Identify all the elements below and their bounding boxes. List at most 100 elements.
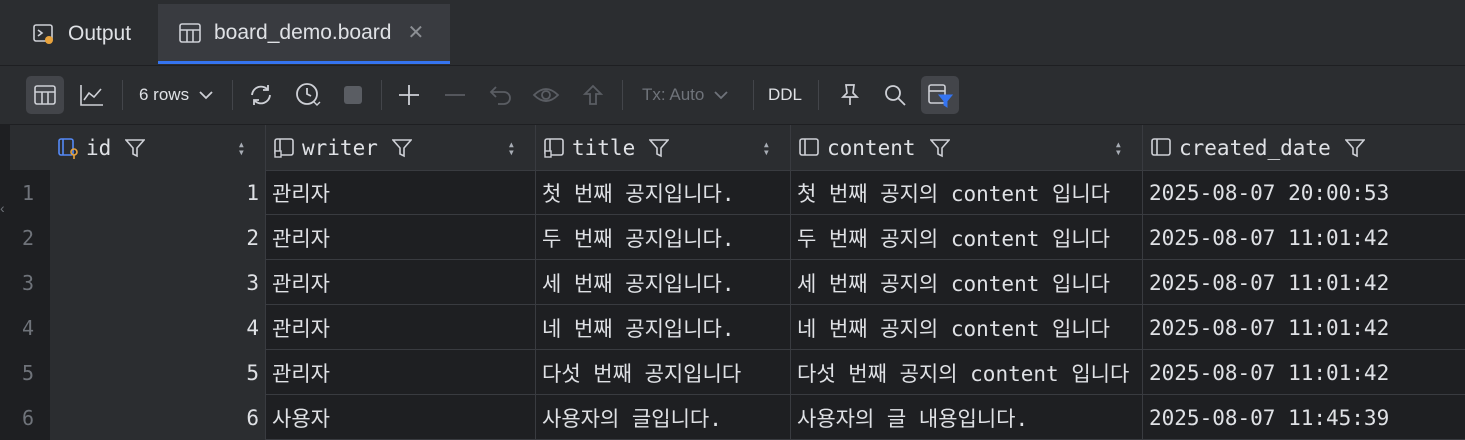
eye-icon <box>532 88 560 102</box>
cell-created-date[interactable]: 2025-08-07 11:01:42 <box>1143 305 1465 350</box>
cell-id[interactable]: 1 <box>50 170 266 215</box>
cell-created-date[interactable]: 2025-08-07 11:01:42 <box>1143 260 1465 305</box>
ddl-button[interactable]: DDL <box>768 76 802 114</box>
pin-tab-button[interactable] <box>831 76 869 114</box>
column-name: content <box>827 135 916 160</box>
cell-title[interactable]: 세 번째 공지입니다. <box>536 260 791 305</box>
grid-header: id ▴ ▾ writer ▴ ▾ title ▴ ▾ content ▴ ▾ … <box>10 125 1465 171</box>
cell-content[interactable]: 두 번째 공지의 content 입니다 <box>791 215 1143 260</box>
column-icon <box>544 137 566 159</box>
cell-id[interactable]: 2 <box>50 215 266 260</box>
cell-content[interactable]: 다섯 번째 공지의 content 입니다 <box>791 350 1143 395</box>
cell-content[interactable]: 세 번째 공지의 content 입니다 <box>791 260 1143 305</box>
table-row[interactable]: 1 1 관리자 첫 번째 공지입니다. 첫 번째 공지의 content 입니다… <box>10 170 1465 215</box>
column-header-title[interactable]: title ▴ ▾ <box>536 125 791 170</box>
table-row[interactable]: 3 3 관리자 세 번째 공지입니다. 세 번째 공지의 content 입니다… <box>10 260 1465 305</box>
cell-writer[interactable]: 관리자 <box>266 215 536 260</box>
stop-button[interactable] <box>334 76 372 114</box>
filter-icon[interactable] <box>125 138 146 158</box>
cell-title[interactable]: 두 번째 공지입니다. <box>536 215 791 260</box>
table-view-button[interactable] <box>26 76 64 114</box>
toolbar-separator <box>122 80 123 110</box>
table-row[interactable]: 6 6 사용자 사용자의 글입니다. 사용자의 글 내용입니다. 2025-08… <box>10 395 1465 440</box>
data-grid: id ▴ ▾ writer ▴ ▾ title ▴ ▾ content ▴ ▾ … <box>10 125 1465 440</box>
cell-writer[interactable]: 관리자 <box>266 305 536 350</box>
table-view-icon <box>34 85 56 105</box>
rows-selector[interactable]: 6 rows <box>139 76 213 114</box>
refresh-button[interactable] <box>242 76 280 114</box>
column-header-content[interactable]: content ▴ ▾ <box>791 125 1143 170</box>
cell-title[interactable]: 첫 번째 공지입니다. <box>536 170 791 215</box>
toolbar-separator <box>622 80 623 110</box>
filter-toggle-button[interactable] <box>921 76 959 114</box>
tab-output[interactable]: Output <box>22 4 158 64</box>
sort-icon[interactable]: ▴ ▾ <box>508 138 515 158</box>
cell-id[interactable]: 3 <box>50 260 266 305</box>
plus-icon <box>399 85 419 105</box>
chart-icon <box>80 85 103 106</box>
tx-label: Tx: Auto <box>642 85 705 104</box>
cell-title[interactable]: 사용자의 글입니다. <box>536 395 791 440</box>
filter-icon[interactable] <box>1344 138 1365 158</box>
cell-created-date[interactable]: 2025-08-07 20:00:53 <box>1143 170 1465 215</box>
cell-title[interactable]: 네 번째 공지입니다. <box>536 305 791 350</box>
chart-view-button[interactable] <box>73 76 111 114</box>
toolbar-separator <box>818 80 819 110</box>
close-icon[interactable]: ✕ <box>407 20 424 45</box>
history-button[interactable] <box>289 76 327 114</box>
output-icon <box>32 22 56 46</box>
row-number: 1 <box>10 170 50 215</box>
panel-resize-handle[interactable]: ‹ <box>0 200 8 240</box>
cell-title[interactable]: 다섯 번째 공지입니다 <box>536 350 791 395</box>
cell-content[interactable]: 첫 번째 공지의 content 입니다 <box>791 170 1143 215</box>
tab-board-demo-board[interactable]: board_demo.board ✕ <box>158 4 450 64</box>
column-name: created_date <box>1179 135 1331 160</box>
ddl-label: DDL <box>768 85 803 104</box>
cell-content[interactable]: 사용자의 글 내용입니다. <box>791 395 1143 440</box>
add-row-button[interactable] <box>390 76 428 114</box>
cell-writer[interactable]: 관리자 <box>266 170 536 215</box>
column-header-writer[interactable]: writer ▴ ▾ <box>266 125 536 170</box>
filter-table-icon <box>928 84 953 108</box>
undo-icon <box>489 86 511 105</box>
table-row[interactable]: 5 5 관리자 다섯 번째 공지입니다 다섯 번째 공지의 content 입니… <box>10 350 1465 395</box>
chevron-down-icon <box>199 87 213 104</box>
toolbar-separator <box>232 80 233 110</box>
column-header-id[interactable]: id ▴ ▾ <box>50 125 266 170</box>
cell-created-date[interactable]: 2025-08-07 11:01:42 <box>1143 350 1465 395</box>
row-number: 4 <box>10 305 50 350</box>
cell-created-date[interactable]: 2025-08-07 11:45:39 <box>1143 395 1465 440</box>
transaction-mode-selector[interactable]: Tx: Auto <box>642 76 729 114</box>
revert-button[interactable] <box>482 76 520 114</box>
preview-changes-button[interactable] <box>528 76 566 114</box>
filter-icon[interactable] <box>929 138 950 158</box>
sort-icon[interactable]: ▴ ▾ <box>763 138 770 158</box>
tab-output-label: Output <box>68 22 132 45</box>
cell-writer[interactable]: 관리자 <box>266 260 536 305</box>
cell-id[interactable]: 6 <box>50 395 266 440</box>
column-header-created-date[interactable]: created_date <box>1143 125 1465 170</box>
cell-writer[interactable]: 관리자 <box>266 350 536 395</box>
delete-row-button[interactable] <box>436 76 474 114</box>
editor-tab-bar: Output board_demo.board ✕ <box>0 0 1465 66</box>
cell-writer[interactable]: 사용자 <box>266 395 536 440</box>
minus-icon <box>445 94 465 96</box>
primary-key-column-icon <box>58 137 80 159</box>
cell-id[interactable]: 4 <box>50 305 266 350</box>
filter-icon[interactable] <box>391 138 412 158</box>
sort-icon[interactable]: ▴ ▾ <box>1115 138 1122 158</box>
sort-icon[interactable]: ▴ ▾ <box>238 138 245 158</box>
filter-icon[interactable] <box>649 138 670 158</box>
pin-icon <box>840 84 860 105</box>
cell-created-date[interactable]: 2025-08-07 11:01:42 <box>1143 215 1465 260</box>
cell-content[interactable]: 네 번째 공지의 content 입니다 <box>791 305 1143 350</box>
row-number: 5 <box>10 350 50 395</box>
table-row[interactable]: 2 2 관리자 두 번째 공지입니다. 두 번째 공지의 content 입니다… <box>10 215 1465 260</box>
search-button[interactable] <box>876 76 914 114</box>
table-row[interactable]: 4 4 관리자 네 번째 공지입니다. 네 번째 공지의 content 입니다… <box>10 305 1465 350</box>
column-name: title <box>572 135 636 160</box>
submit-button[interactable] <box>574 76 612 114</box>
toolbar-separator <box>753 80 754 110</box>
column-name: id <box>86 135 112 160</box>
cell-id[interactable]: 5 <box>50 350 266 395</box>
